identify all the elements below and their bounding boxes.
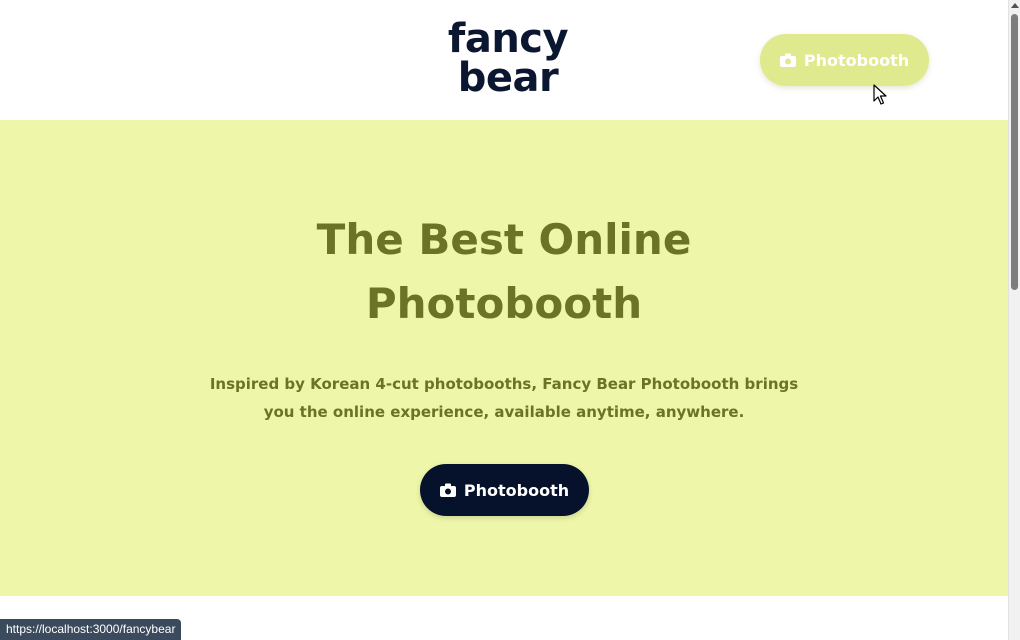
hero-title-line2: Photobooth — [365, 279, 643, 328]
logo-line-fancy: fancy — [447, 16, 569, 62]
hero-description-line1: Inspired by Korean 4-cut photobooths, Fa… — [209, 375, 799, 393]
status-bar-link-preview: https://localhost:3000/fancybear — [0, 619, 182, 640]
mouse-cursor-icon — [873, 84, 887, 105]
hero-photobooth-button[interactable]: Photobooth — [420, 464, 589, 516]
hero-title-line1: The Best Online — [316, 215, 692, 264]
hero-section: The Best Online Photobooth Inspired by K… — [0, 120, 1008, 596]
header-photobooth-button[interactable]: Photobooth — [760, 34, 929, 86]
header-photobooth-label: Photobooth — [803, 50, 910, 70]
hero-title: The Best Online Photobooth — [254, 208, 754, 336]
camera-icon — [779, 53, 796, 67]
camera-icon — [439, 483, 456, 497]
hero-photobooth-label: Photobooth — [463, 480, 570, 500]
page: fancy bear Photobooth The Best Online Ph… — [0, 0, 1020, 640]
fancy-bear-logo[interactable]: fancy bear — [445, 16, 571, 101]
scrollbar-thumb[interactable] — [1011, 14, 1018, 290]
hero-description: Inspired by Korean 4-cut photobooths, Fa… — [204, 370, 804, 426]
hero-description-line2: you the online experience, available any… — [263, 403, 745, 421]
vertical-scrollbar[interactable] — [1008, 0, 1020, 640]
logo-line-bear: bear — [457, 55, 559, 101]
site-header: fancy bear Photobooth — [0, 0, 1008, 120]
scroll-up-arrow-icon[interactable] — [1011, 3, 1019, 8]
